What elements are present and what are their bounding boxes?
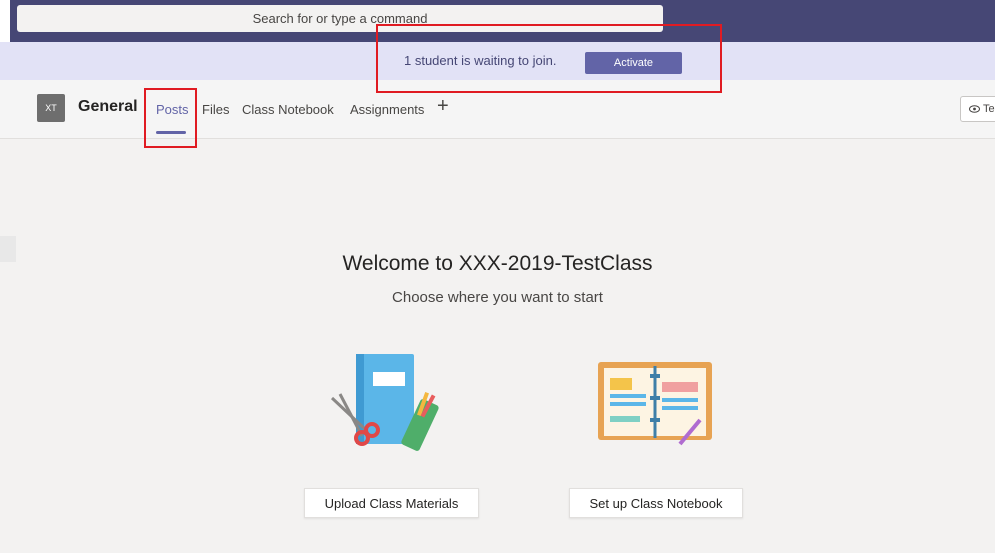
add-tab-button[interactable]: + xyxy=(437,96,449,116)
class-notebook-illustration xyxy=(598,362,712,446)
welcome-subtitle: Choose where you want to start xyxy=(392,289,603,306)
eye-icon xyxy=(969,105,980,113)
window-edge xyxy=(0,0,10,42)
upload-class-materials-button[interactable]: Upload Class Materials xyxy=(304,488,479,518)
channel-title: General xyxy=(78,98,138,115)
welcome-title: Welcome to XXX-2019-TestClass xyxy=(342,252,653,275)
annotation-box-banner xyxy=(376,24,722,93)
team-button[interactable]: Te xyxy=(960,96,995,122)
team-button-label: Te xyxy=(983,103,995,115)
tab-files[interactable]: Files xyxy=(202,102,229,117)
annotation-box-posts xyxy=(144,88,197,148)
class-materials-illustration xyxy=(330,354,439,451)
tab-assignments[interactable]: Assignments xyxy=(350,102,424,117)
tab-class-notebook[interactable]: Class Notebook xyxy=(242,102,334,117)
setup-class-notebook-button[interactable]: Set up Class Notebook xyxy=(569,488,743,518)
team-avatar[interactable]: XT xyxy=(37,94,65,122)
